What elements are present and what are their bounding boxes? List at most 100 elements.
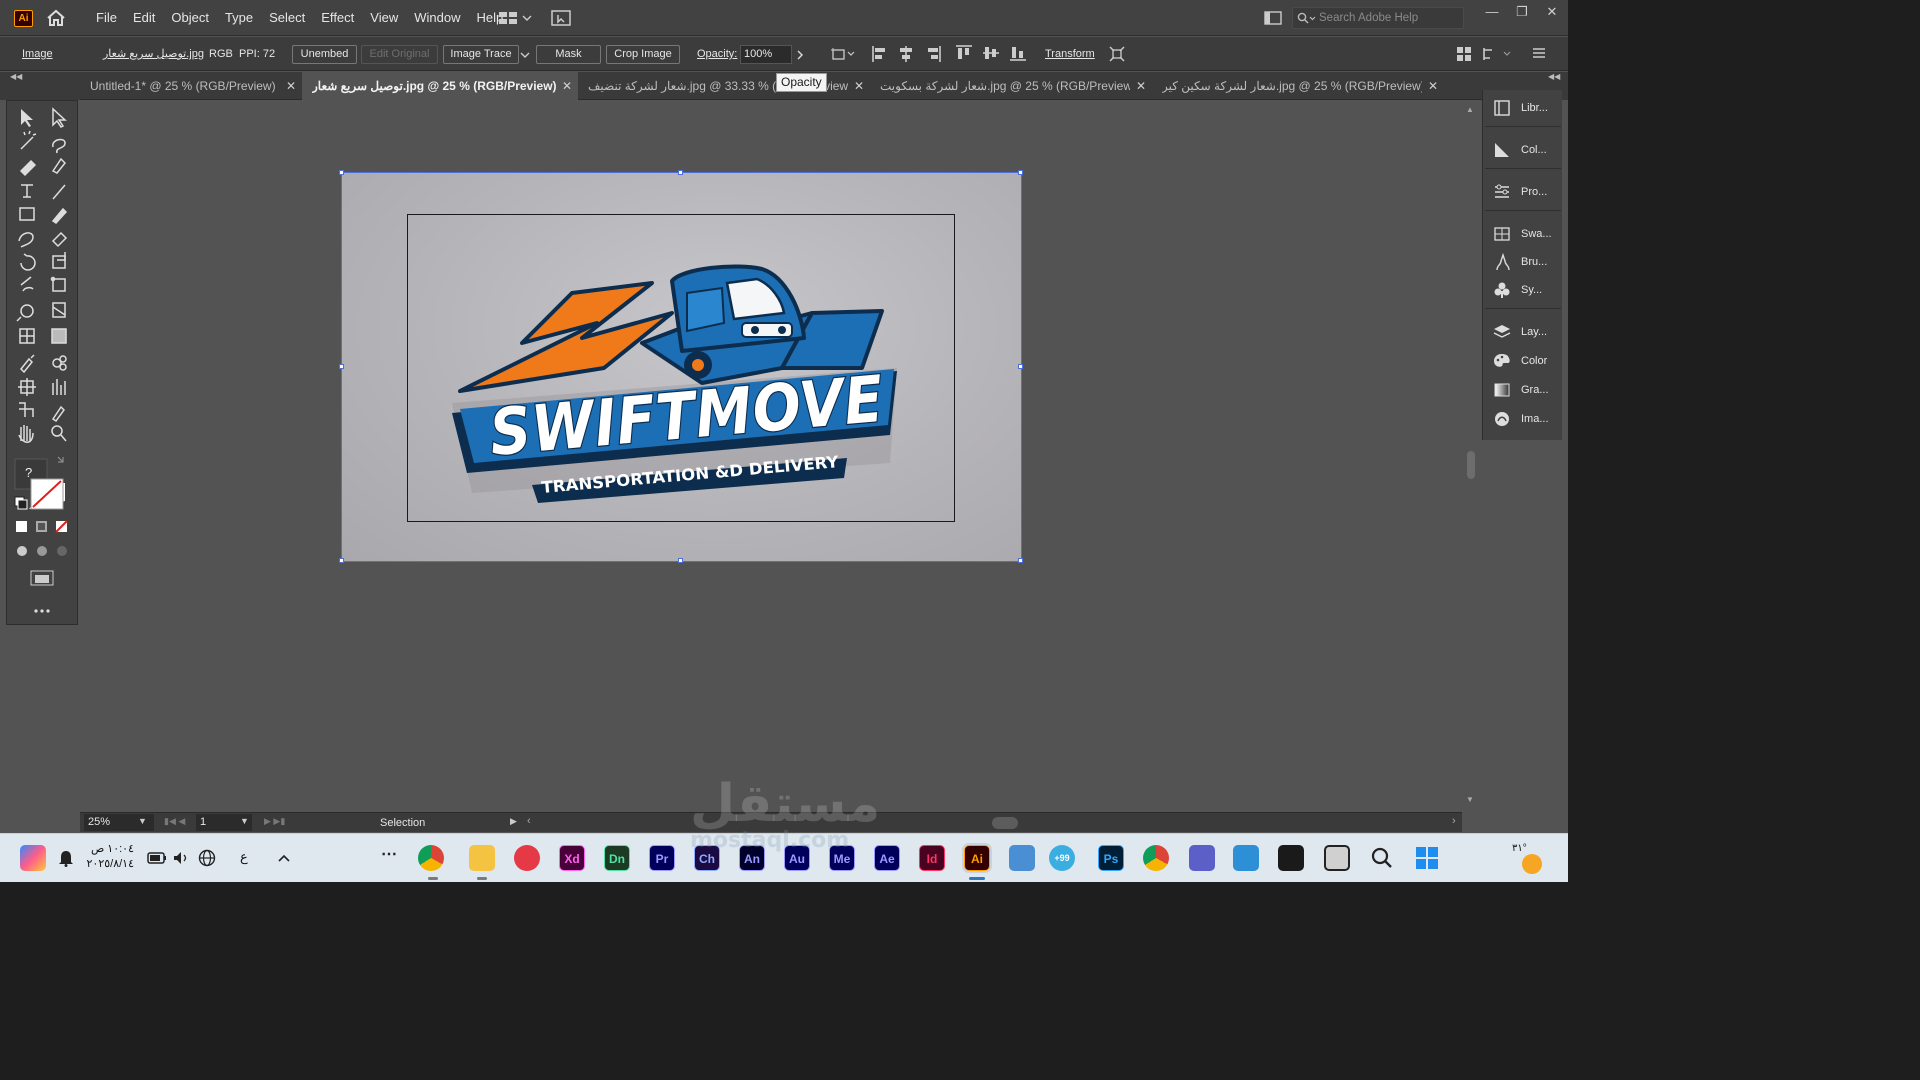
xd-icon[interactable]: Xd xyxy=(559,845,585,871)
dock-brushes[interactable]: Bru... xyxy=(1483,249,1563,275)
chrome-profile-icon[interactable] xyxy=(418,845,444,871)
virtual-desktop-icon[interactable] xyxy=(1324,845,1350,871)
store-icon[interactable] xyxy=(1233,845,1259,871)
dock-properties[interactable]: Pro... xyxy=(1483,179,1563,205)
resize-handle-s[interactable] xyxy=(678,558,683,563)
crop-image-button[interactable]: Crop Image xyxy=(606,45,680,64)
distribute-icon[interactable] xyxy=(1482,46,1512,62)
dock-color[interactable]: Color xyxy=(1483,348,1563,374)
chevron-down-icon[interactable]: ▼ xyxy=(240,816,249,826)
menu-view[interactable]: View xyxy=(362,0,406,36)
remote-desktop-icon[interactable] xyxy=(1009,845,1035,871)
tab-skincare-logo[interactable]: شعار لشركة سكين كير.jpg @ 25 % (RGB/Prev… xyxy=(1152,72,1444,100)
telegram-icon[interactable]: +99 xyxy=(1049,845,1075,871)
dock-image-trace[interactable]: Ima... xyxy=(1483,406,1563,432)
dock-symbols[interactable]: Sy... xyxy=(1483,277,1563,303)
last-artboard-icon[interactable]: ▶ ▶▮ xyxy=(264,816,285,827)
dock-libraries[interactable]: Libr... xyxy=(1483,95,1563,121)
status-arrow-icon[interactable]: ▶ xyxy=(510,816,517,827)
collapse-toolbar-icon[interactable]: ◀◀ xyxy=(10,72,22,81)
media-app-icon[interactable] xyxy=(514,845,540,871)
keyboard-language[interactable]: ع xyxy=(240,849,248,865)
scroll-right-icon[interactable]: › xyxy=(1452,815,1456,827)
tab-delivery-logo[interactable]: توصيل سريع شعار.jpg @ 25 % (RGB/Preview)… xyxy=(302,72,578,100)
close-icon[interactable]: ✕ xyxy=(1428,72,1438,100)
chevron-up-icon[interactable] xyxy=(276,850,292,866)
search-taskbar-icon[interactable] xyxy=(1369,845,1395,871)
tab-biscuit-logo[interactable]: شعار لشركة بسكويت.jpg @ 25 % (RGB/Previe… xyxy=(870,72,1152,100)
vertical-scrollbar[interactable]: ▲ ▼ xyxy=(1462,101,1480,811)
chrome-icon[interactable] xyxy=(1143,845,1169,871)
opacity-arrow-icon[interactable] xyxy=(796,50,804,60)
menu-type[interactable]: Type xyxy=(217,0,261,36)
minimize-icon[interactable]: — xyxy=(1484,4,1500,20)
weather-readout[interactable]: ٣١° xyxy=(1512,843,1527,854)
dock-gradient[interactable]: Gra... xyxy=(1483,377,1563,403)
ipvanish-icon[interactable] xyxy=(1278,845,1304,871)
scroll-down-icon[interactable]: ▼ xyxy=(1466,795,1474,804)
recolor-artwork-icon[interactable] xyxy=(830,46,856,62)
resize-handle-nw[interactable] xyxy=(339,170,344,175)
align-right-icon[interactable] xyxy=(925,45,941,63)
dock-swatches[interactable]: Swa... xyxy=(1483,221,1563,247)
edit-original-button[interactable]: Edit Original xyxy=(361,45,438,64)
battery-icon[interactable] xyxy=(146,850,168,866)
dimension-icon[interactable]: Dn xyxy=(604,845,630,871)
align-bottom-icon[interactable] xyxy=(1009,45,1027,61)
color-help-icon[interactable]: ? xyxy=(25,465,37,480)
menu-object[interactable]: Object xyxy=(163,0,217,36)
close-icon[interactable]: ✕ xyxy=(562,72,572,100)
search-box[interactable] xyxy=(1292,7,1464,29)
resize-handle-w[interactable] xyxy=(339,364,344,369)
premiere-icon[interactable]: Pr xyxy=(649,845,675,871)
photoshop-icon[interactable]: Ps xyxy=(1098,845,1124,871)
horizontal-scroll-thumb[interactable] xyxy=(992,817,1018,829)
image-trace-button[interactable]: Image Trace xyxy=(443,45,519,64)
scroll-thumb[interactable] xyxy=(1467,451,1475,479)
align-center-icon[interactable] xyxy=(898,45,914,63)
close-icon[interactable]: ✕ xyxy=(854,72,864,100)
illustrator-taskbar-icon[interactable]: Ai xyxy=(962,843,992,873)
arrange-panel-icon[interactable] xyxy=(1456,46,1472,62)
volume-icon[interactable] xyxy=(172,850,190,866)
dock-color-guide[interactable]: Col... xyxy=(1483,137,1563,163)
opacity-label[interactable]: Opacity: xyxy=(697,37,737,71)
opacity-input[interactable]: 100% xyxy=(740,45,792,64)
workspace-switcher[interactable] xyxy=(498,10,532,26)
mask-button[interactable]: Mask xyxy=(536,45,601,64)
resize-handle-ne[interactable] xyxy=(1018,170,1023,175)
menu-edit[interactable]: Edit xyxy=(125,0,163,36)
windows-start-icon[interactable] xyxy=(1414,845,1440,871)
selection-bounding-box[interactable] xyxy=(341,172,1022,562)
scroll-left-icon[interactable]: ‹ xyxy=(527,815,531,827)
align-middle-icon[interactable] xyxy=(982,45,1000,61)
indesign-icon[interactable]: Id xyxy=(919,845,945,871)
menu-file[interactable]: File xyxy=(88,0,125,36)
chevron-down-icon[interactable]: ▼ xyxy=(138,816,147,826)
status-readout[interactable]: Selection xyxy=(380,813,425,833)
tab-untitled[interactable]: Untitled-1* @ 25 % (RGB/Preview) ✕ xyxy=(80,72,302,100)
resize-handle-sw[interactable] xyxy=(339,558,344,563)
copilot-icon[interactable] xyxy=(20,845,46,871)
menu-effect[interactable]: Effect xyxy=(313,0,362,36)
collapse-dock-icon[interactable]: ◀◀ xyxy=(1548,72,1560,81)
unembed-button[interactable]: Unembed xyxy=(292,45,357,64)
image-trace-chevron-icon[interactable] xyxy=(520,51,530,59)
close-icon[interactable]: ✕ xyxy=(1136,72,1146,100)
more-apps-icon[interactable]: ⋯ xyxy=(376,845,402,871)
teams-icon[interactable] xyxy=(1189,845,1215,871)
after-effects-icon[interactable]: Ae xyxy=(874,845,900,871)
control-bar-menu-icon[interactable] xyxy=(1532,46,1546,60)
close-icon[interactable]: ✕ xyxy=(1544,4,1560,20)
isolate-object-icon[interactable] xyxy=(1108,45,1126,63)
globe-icon[interactable] xyxy=(198,849,216,867)
menu-window[interactable]: Window xyxy=(406,0,468,36)
transform-link[interactable]: Transform xyxy=(1045,37,1095,71)
menu-select[interactable]: Select xyxy=(261,0,313,36)
home-icon[interactable] xyxy=(46,9,66,27)
maximize-icon[interactable]: ❐ xyxy=(1514,4,1530,20)
close-icon[interactable]: ✕ xyxy=(286,72,296,100)
resize-handle-n[interactable] xyxy=(678,170,683,175)
notification-bell-icon[interactable] xyxy=(58,849,74,867)
file-explorer-icon[interactable] xyxy=(469,845,495,871)
